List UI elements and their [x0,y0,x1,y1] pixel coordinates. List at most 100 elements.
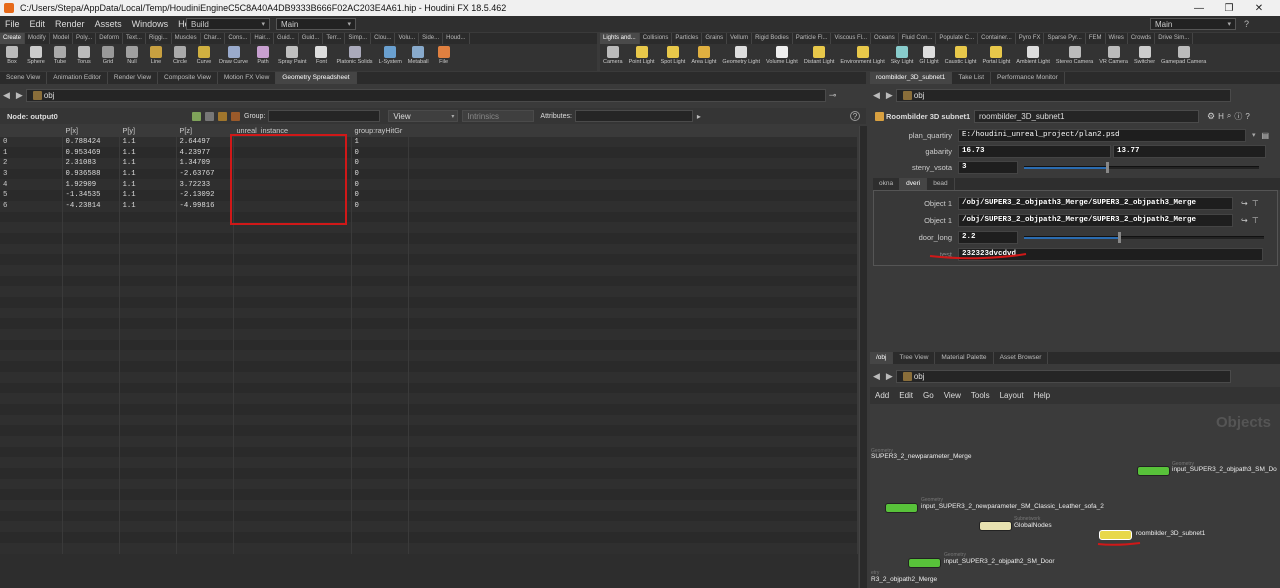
shelf-tab-muscles[interactable]: Muscles [172,33,201,44]
node-chooser-icon[interactable]: ⊤ [1252,216,1259,225]
tool-caustic-light[interactable]: Caustic Light [942,44,980,71]
shelf-tab-populate-c[interactable]: Populate C... [936,33,979,44]
menu-file[interactable]: File [0,19,25,29]
shelf-tab-grains[interactable]: Grains [702,33,728,44]
door-long-slider-knob[interactable] [1118,231,1121,243]
table-cell[interactable]: 0 [0,136,63,148]
primitives-mode-icon[interactable] [218,111,227,121]
pane-tab-render-view[interactable]: Render View [108,72,159,84]
shelf-tab-crowds[interactable]: Crowds [1128,33,1156,44]
left-path-field[interactable]: obj [25,88,826,102]
maximize-button[interactable]: ❐ [1214,3,1244,14]
gabarity-x-field[interactable]: 16.73 [958,144,1111,158]
shelf-tab-oceans[interactable]: Oceans [871,33,899,44]
tool-platonic-solids[interactable]: Platonic Solids [333,44,375,71]
gear-icon[interactable]: ⚙ [1207,111,1215,122]
door-long-field[interactable]: 2.2 [958,230,1018,244]
table-cell[interactable]: 0 [351,200,409,212]
help-icon[interactable]: ? [850,111,860,121]
shelf-tab-sparse-pyr[interactable]: Sparse Pyr... [1044,33,1086,44]
table-cell[interactable]: 0.936588 [62,168,120,180]
tool-volume-light[interactable]: Volume Light [763,44,801,71]
steny-field[interactable]: 3 [958,160,1018,174]
shelf-tab-char[interactable]: Char... [201,33,226,44]
network-menu-tools[interactable]: Tools [966,391,995,400]
table-cell[interactable]: 1.34709 [176,158,234,169]
table-cell[interactable]: 1.1 [119,200,177,212]
view-dropdown[interactable]: View ▾ [388,110,459,122]
attributes-menu-icon[interactable]: ▸ [697,112,701,121]
pane-tab-obj[interactable]: /obj [870,352,894,364]
table-cell[interactable]: 3.72233 [176,179,234,191]
shelf-tab-terr[interactable]: Terr... [323,33,346,44]
gabarity-y-field[interactable]: 13.77 [1113,144,1266,158]
menu-assets[interactable]: Assets [90,19,127,29]
tool-distant-light[interactable]: Distant Light [801,44,838,71]
hscript-help-icon[interactable]: H [1218,112,1224,121]
shelf-tab-poly[interactable]: Poly... [73,33,97,44]
pin-icon[interactable]: ⊸ [826,90,840,101]
table-cell[interactable]: -2.63767 [176,168,234,180]
geometry-node[interactable] [1137,466,1170,476]
tool-box[interactable]: Box [0,44,24,71]
back-arrow-icon[interactable]: ◀ [0,90,13,101]
subnet-node-selected[interactable] [1099,530,1132,540]
pane-tab-asset-browser[interactable]: Asset Browser [994,352,1049,364]
network-path-field[interactable]: obj [895,369,1231,383]
tool-curve[interactable]: Curve [192,44,216,71]
column-header-group-rayhitgr[interactable]: group:rayHitGr [351,126,409,137]
tool-ambient-light[interactable]: Ambient Light [1013,44,1053,71]
table-cell[interactable]: 1.1 [119,147,177,159]
node-chooser-icon[interactable]: ⊤ [1252,199,1259,208]
table-cell[interactable]: 1.1 [119,168,177,180]
column-header-item[interactable] [0,126,63,137]
table-cell[interactable]: 1 [351,136,409,148]
tool-sky-light[interactable]: Sky Light [888,44,917,71]
network-menu-edit[interactable]: Edit [894,391,918,400]
shelf-tab-create[interactable]: Create [0,33,26,44]
tool-point-light[interactable]: Point Light [626,44,658,71]
tool-geometry-light[interactable]: Geometry Light [719,44,763,71]
network-menu-view[interactable]: View [939,391,966,400]
spreadsheet-scrollbar[interactable] [859,126,867,588]
network-menu-help[interactable]: Help [1029,391,1055,400]
table-cell[interactable]: 0 [351,147,409,159]
subnetwork-node[interactable] [979,521,1012,531]
tool-path[interactable]: Path [251,44,275,71]
close-button[interactable]: ✕ [1244,3,1274,14]
shelf-tab-riggi[interactable]: Riggi... [146,33,172,44]
back-arrow-icon[interactable]: ◀ [870,371,883,382]
table-cell[interactable]: -4.99816 [176,200,234,212]
shelf-tab-rigid-bodies[interactable]: Rigid Bodies [752,33,793,44]
table-cell[interactable]: 0.953469 [62,147,120,159]
table-cell[interactable]: 1.92909 [62,179,120,191]
pane-tab-scene-view[interactable]: Scene View [0,72,48,84]
shelf-tab-model[interactable]: Model [50,33,74,44]
info-icon[interactable]: ⓘ [1234,111,1242,122]
pane-tab-performance-monitor[interactable]: Performance Monitor [991,72,1065,84]
tool-spray-paint[interactable]: Spray Paint [275,44,309,71]
object1-field-b[interactable]: /obj/SUPER3_2_objpath2_Merge/SUPER3_2_ob… [958,213,1233,227]
tool-draw-curve[interactable]: Draw Curve [216,44,251,71]
shelf-tab-particles[interactable]: Particles [672,33,703,44]
desktop-dropdown-right[interactable]: Main ▾ [1150,18,1236,30]
table-cell[interactable]: 2.64497 [176,136,234,148]
tool-switcher[interactable]: Switcher [1131,44,1158,71]
column-header-p-y[interactable]: P[y] [119,126,177,137]
object1-field-a[interactable]: /obj/SUPER3_2_objpath3_Merge/SUPER3_2_ob… [958,196,1233,210]
shelf-tab-drive-sim[interactable]: Drive Sim... [1155,33,1194,44]
shelf-tab-houd[interactable]: Houd... [443,33,470,44]
pane-tab-motion-fx-view[interactable]: Motion FX View [218,72,277,84]
tool-vr-camera[interactable]: VR Camera [1096,44,1131,71]
shelf-tab-container[interactable]: Container... [978,33,1016,44]
column-header-p-x[interactable]: P[x] [62,126,120,137]
tool-metaball[interactable]: Metaball [405,44,432,71]
shelf-tab-lights-and[interactable]: Lights and... [600,33,640,44]
menu-edit[interactable]: Edit [25,19,51,29]
tool-circle[interactable]: Circle [168,44,192,71]
pane-tab-geometry-spreadsheet[interactable]: Geometry Spreadsheet [276,72,357,84]
table-cell[interactable]: -4.23814 [62,200,120,212]
tool-l-system[interactable]: L-System [376,44,405,71]
desktop-dropdown-left[interactable]: Main ▾ [276,18,356,30]
network-menu-layout[interactable]: Layout [995,391,1029,400]
